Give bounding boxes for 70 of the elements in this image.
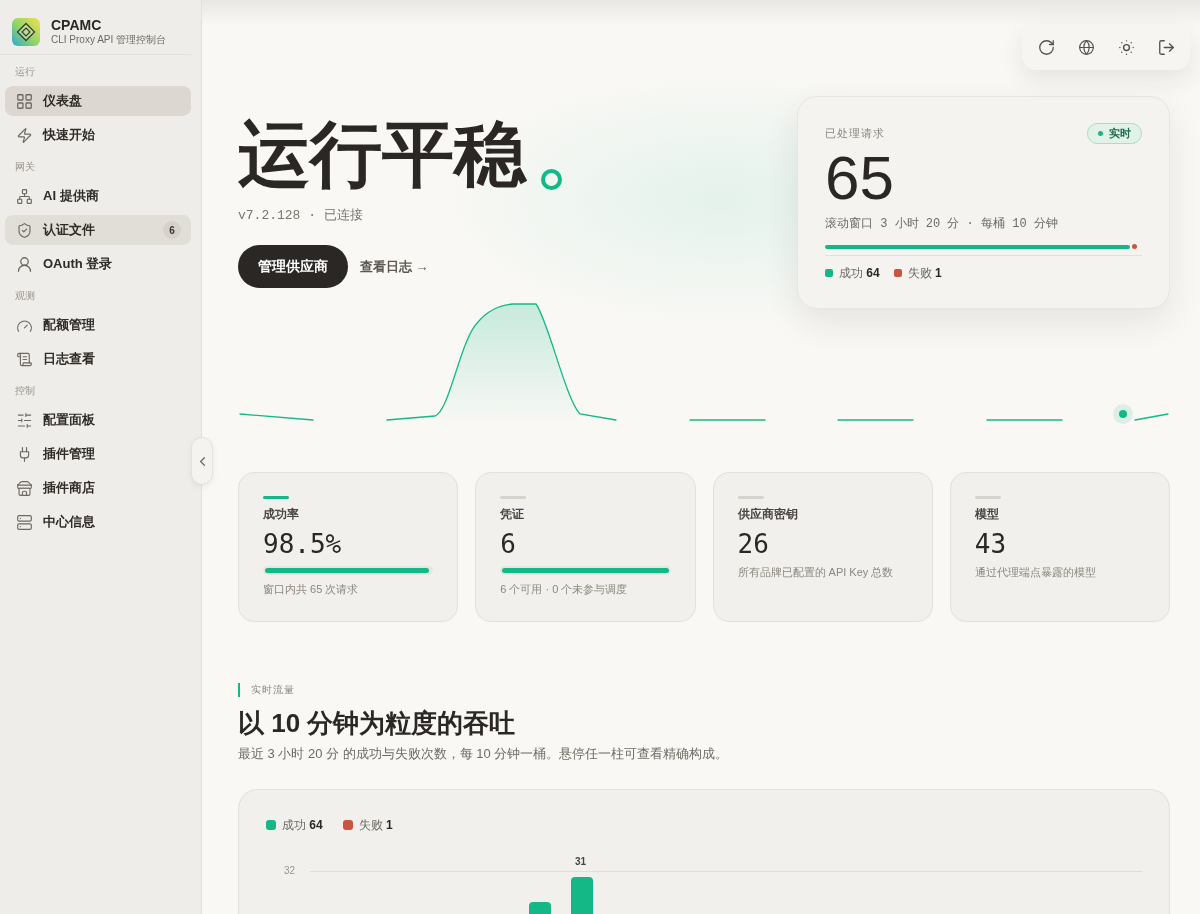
section-title: 观测 [15,289,35,303]
nav-item[interactable]: 认证文件 6 [5,215,191,245]
nav-item[interactable]: AI 提供商 [5,181,191,211]
axis-tick-label: 32 [284,864,296,878]
nav-item[interactable]: 配额管理 [5,310,191,340]
success-bar [529,902,551,914]
legend-label: 成功 64 [839,265,880,281]
nav-item[interactable]: 仪表盘 [5,86,191,116]
section-heading: 以 10 分钟为粒度的吞吐 [238,707,516,740]
refresh-icon [1038,39,1054,55]
brand-subtitle: CLI Proxy API 管理控制台 [51,33,167,46]
manage-providers-button[interactable]: 管理供应商 [238,245,348,288]
version-status: v7.2.128 · 已连接 [238,207,363,225]
ring-icon [541,169,562,190]
section-title: 控制 [15,384,35,398]
logout-icon [1158,39,1174,55]
stat-value: 98.5% [263,528,342,560]
failure-dot-icon [1132,244,1138,249]
bar-value-label: 31 [575,855,587,869]
view-logs-link[interactable]: 查看日志 → [360,257,429,276]
legend-label: 失败 1 [907,265,942,281]
section-eyebrow: 实时流量 [251,683,295,697]
plug-icon [17,446,32,462]
nav-item[interactable]: 快速开始 [5,120,191,150]
count-badge: 6 [163,221,181,239]
user-icon [17,256,32,272]
grid-icon [17,93,32,109]
section-title: 网关 [15,160,35,174]
window-caption: 滚动窗口 3 小时 20 分 · 每桶 10 分钟 [825,216,1058,232]
hero-title: 运行平稳 [238,114,526,194]
stat-caption: 6 个可用 · 0 个未参与调度 [500,582,628,597]
accent-bar [238,683,240,697]
logo-icon [12,17,40,46]
card-label: 已处理请求 [825,126,885,141]
stat-label: 模型 [974,506,999,522]
nav-item[interactable]: 日志查看 [5,344,191,374]
nav-item[interactable]: 插件商店 [5,473,191,503]
globe-icon [1078,39,1094,55]
server-icon [17,514,32,530]
nav-item[interactable]: 配置面板 [5,405,191,435]
stat-label: 供应商密钥 [737,506,798,522]
nav-item[interactable]: 中心信息 [5,507,191,537]
live-dot-icon [1098,131,1103,136]
live-label: 实时 [1109,126,1131,141]
store-icon [17,480,32,496]
legend-label: 失败 1 [358,817,393,833]
lightning-icon [17,127,32,143]
stat-label: 凭证 [500,506,525,522]
stat-caption: 所有品牌已配置的 API Key 总数 [737,565,894,580]
sun-icon [1118,39,1134,55]
section-description: 最近 3 小时 20 分 的成功与失败次数，每 10 分钟一桶。悬停任一柱可查看精确构成。 [238,745,729,763]
gauge-icon [17,317,32,333]
request-count: 65 [825,147,894,209]
sliders-icon [17,412,32,428]
stat-label: 成功率 [263,506,299,522]
stat-value: 26 [737,528,769,560]
scroll-icon [17,351,32,367]
network-icon [17,188,32,204]
chevron-left-icon [199,456,205,466]
stat-value: 43 [974,528,1007,560]
brand-title: CPAMC [51,17,102,33]
shield-check-icon [17,222,32,238]
stat-caption: 通过代理端点暴露的模型 [974,565,1096,580]
legend-label: 成功 64 [282,817,323,833]
nav-item[interactable]: OAuth 登录 [5,249,191,279]
section-title: 运行 [15,65,35,79]
success-bar [571,877,593,914]
nav-item[interactable]: 插件管理 [5,439,191,469]
stat-caption: 窗口内共 65 次请求 [263,582,359,597]
stat-value: 6 [500,528,516,560]
